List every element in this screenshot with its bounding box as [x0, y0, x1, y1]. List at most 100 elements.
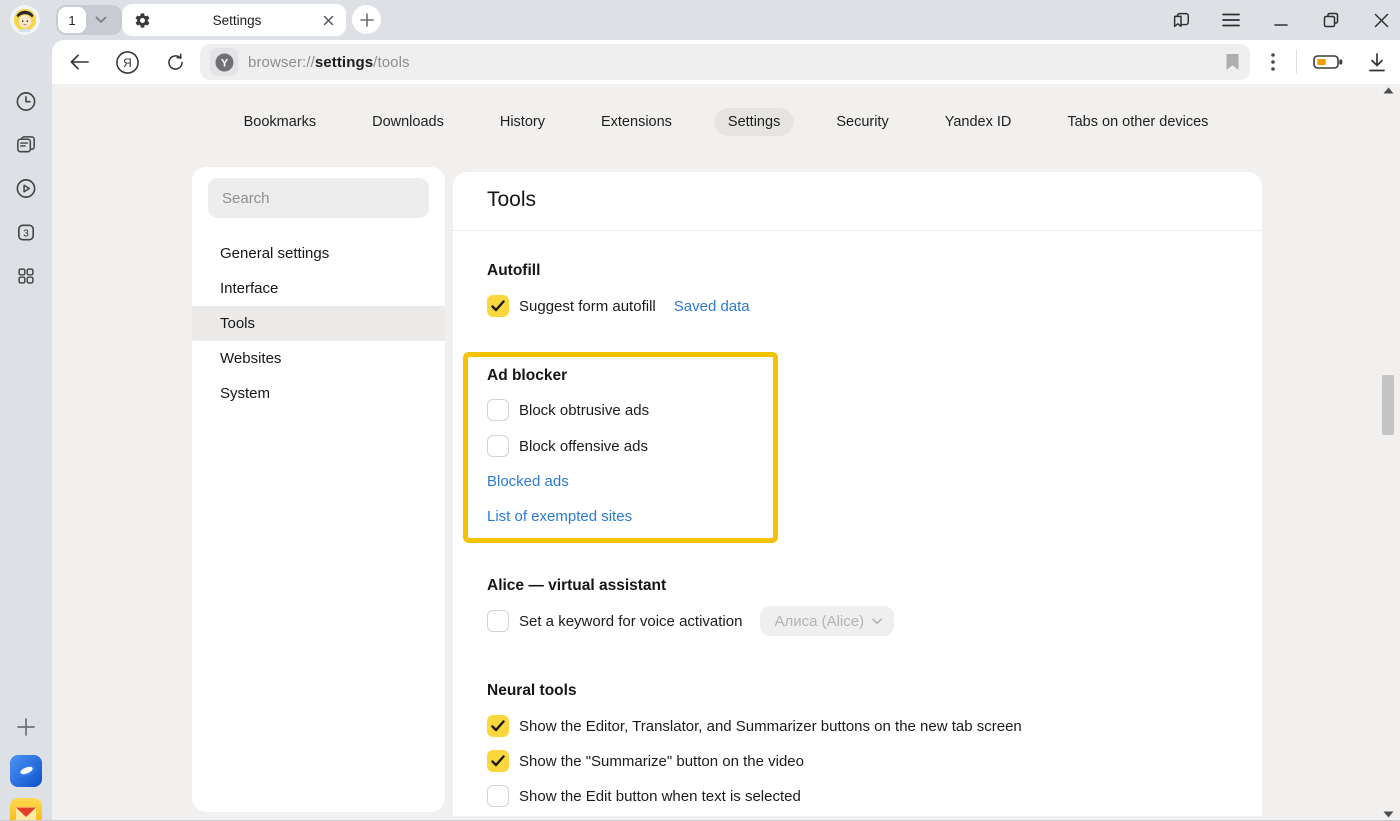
tab-group-count: 1	[58, 7, 86, 33]
neural-edit-row[interactable]: Show the Edit button when text is select…	[487, 785, 801, 807]
video-play-icon[interactable]	[15, 177, 38, 200]
svg-text:Y: Y	[220, 57, 228, 69]
nav-extensions[interactable]: Extensions	[588, 108, 685, 136]
side-panel-bookmark-icon[interactable]	[1170, 9, 1192, 31]
neural-editor-label: Show the Editor, Translator, and Summari…	[519, 718, 1022, 735]
sidebar-item-tools[interactable]: Tools	[192, 306, 445, 341]
nav-downloads[interactable]: Downloads	[359, 108, 457, 136]
toolbar: Я Y browser://settings/tools	[52, 40, 1400, 84]
yandex-ya-icon[interactable]: Я	[112, 40, 142, 84]
plus-icon	[360, 13, 374, 27]
nav-settings[interactable]: Settings	[715, 108, 793, 136]
download-icon[interactable]	[1362, 40, 1392, 84]
sidebar-item-general[interactable]: General settings	[192, 236, 445, 271]
alice-keyword-label: Set a keyword for voice activation	[519, 613, 742, 630]
bookmark-flag-icon[interactable]	[1225, 53, 1240, 71]
neural-editor-checkbox[interactable]	[487, 715, 509, 737]
search-input[interactable]	[208, 178, 429, 218]
neural-editor-row[interactable]: Show the Editor, Translator, and Summari…	[487, 715, 1022, 737]
blocked-ads-link[interactable]: Blocked ads	[487, 473, 569, 490]
address-bar[interactable]: Y browser://settings/tools	[200, 44, 1250, 80]
feed-pages-icon[interactable]	[15, 133, 38, 156]
block-offensive-row[interactable]: Block offensive ads	[487, 435, 648, 457]
neural-summarize-row[interactable]: Show the "Summarize" button on the video	[487, 750, 804, 772]
yandex-mail-logo[interactable]	[10, 798, 42, 821]
block-obtrusive-checkbox[interactable]	[487, 399, 509, 421]
neural-summarize-label: Show the "Summarize" button on the video	[519, 753, 804, 770]
back-arrow-icon[interactable]	[64, 40, 94, 84]
apps-grid-icon[interactable]	[15, 265, 37, 287]
sidebar-item-websites[interactable]: Websites	[192, 341, 445, 376]
url-text: browser://settings/tools	[248, 54, 410, 71]
neural-edit-checkbox[interactable]	[487, 785, 509, 807]
suggest-autofill-checkbox[interactable]	[487, 295, 509, 317]
svg-text:Я: Я	[123, 55, 132, 69]
battery-icon[interactable]	[1310, 40, 1346, 84]
suggest-autofill-label: Suggest form autofill	[519, 298, 656, 315]
chevron-down-icon	[95, 16, 107, 24]
new-tab-button[interactable]	[352, 5, 381, 34]
settings-page: Bookmarks Downloads History Extensions S…	[52, 84, 1400, 821]
window-close-icon[interactable]	[1370, 9, 1392, 31]
add-plus-icon[interactable]	[16, 717, 36, 737]
minimize-icon[interactable]	[1270, 9, 1292, 31]
ad-blocker-heading: Ad blocker	[487, 367, 567, 385]
block-obtrusive-row[interactable]: Block obtrusive ads	[487, 399, 649, 421]
nav-history[interactable]: History	[487, 108, 558, 136]
autofill-heading: Autofill	[487, 262, 540, 280]
settings-sections-list: General settings Interface Tools Website…	[192, 236, 445, 411]
restore-icon[interactable]	[1320, 9, 1342, 31]
alice-keyword-value: Алиса (Alice)	[774, 613, 864, 630]
history-clock-icon[interactable]	[15, 90, 38, 113]
reload-icon[interactable]	[160, 40, 190, 84]
alice-keyword-dropdown[interactable]: Алиса (Alice)	[760, 606, 894, 636]
alice-keyword-row[interactable]: Set a keyword for voice activation Алиса…	[487, 606, 894, 636]
scroll-up-arrow[interactable]	[1383, 87, 1394, 94]
tools-settings-card: Tools Autofill Suggest form autofill Sav…	[453, 172, 1262, 816]
main-area: Я Y browser://settings/tools	[52, 40, 1400, 821]
settings-sidebar-card: General settings Interface Tools Website…	[192, 167, 445, 812]
exempted-sites-link[interactable]: List of exempted sites	[487, 508, 632, 525]
settings-top-nav: Bookmarks Downloads History Extensions S…	[231, 108, 1222, 136]
suggest-autofill-row[interactable]: Suggest form autofill Saved data	[487, 295, 750, 317]
menu-icon[interactable]	[1220, 9, 1242, 31]
tab-title: Settings	[151, 13, 323, 28]
saved-data-link[interactable]: Saved data	[674, 298, 750, 315]
nav-bookmarks[interactable]: Bookmarks	[231, 108, 330, 136]
nav-yandex-id[interactable]: Yandex ID	[932, 108, 1025, 136]
window-controls	[1170, 0, 1392, 40]
dropdown-chevron-icon	[872, 618, 882, 625]
tab-close-icon[interactable]	[323, 15, 334, 26]
nav-tabs-other-devices[interactable]: Tabs on other devices	[1054, 108, 1221, 136]
neural-tools-heading: Neural tools	[487, 682, 577, 700]
sidebar-item-interface[interactable]: Interface	[192, 271, 445, 306]
titlebar: 1 Settings	[0, 0, 1400, 40]
title-divider	[453, 230, 1262, 231]
yandex-browser-logo[interactable]	[10, 755, 42, 787]
page-title: Tools	[487, 188, 536, 212]
gear-icon	[134, 12, 151, 29]
toolbar-separator	[1296, 50, 1297, 74]
block-obtrusive-label: Block obtrusive ads	[519, 402, 649, 419]
protect-shield-icon[interactable]: Y	[210, 48, 238, 76]
scroll-down-arrow[interactable]	[1383, 811, 1394, 818]
nav-security[interactable]: Security	[823, 108, 901, 136]
neural-summarize-checkbox[interactable]	[487, 750, 509, 772]
tab-settings[interactable]: Settings	[122, 4, 346, 36]
alice-avatar-icon	[10, 5, 40, 35]
tab-stack-icon[interactable]: 3	[15, 221, 38, 244]
browser-window: 1 Settings	[0, 0, 1400, 821]
tab-group-counter[interactable]: 1	[56, 5, 122, 35]
block-offensive-checkbox[interactable]	[487, 435, 509, 457]
sidebar-item-system[interactable]: System	[192, 376, 445, 411]
profile-avatar[interactable]	[10, 5, 40, 35]
neural-edit-label: Show the Edit button when text is select…	[519, 788, 801, 805]
sidebar-rail: 3	[0, 40, 52, 821]
scrollbar-thumb[interactable]	[1382, 375, 1394, 435]
scrollbar[interactable]	[1380, 84, 1397, 821]
tab-stack-count: 3	[23, 228, 29, 239]
kebab-menu-icon[interactable]	[1260, 40, 1286, 84]
block-offensive-label: Block offensive ads	[519, 438, 648, 455]
alice-keyword-checkbox[interactable]	[487, 610, 509, 632]
alice-heading: Alice — virtual assistant	[487, 577, 666, 595]
